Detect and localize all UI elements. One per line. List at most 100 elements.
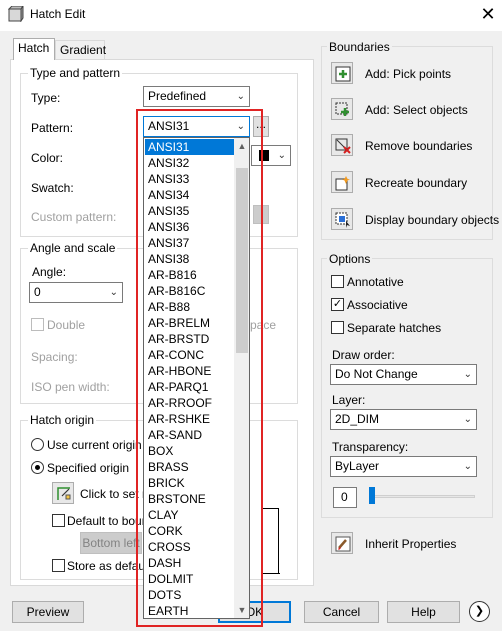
pattern-list-item[interactable]: ANSI35 <box>145 203 234 219</box>
pattern-list-item[interactable]: EARTH <box>145 603 234 618</box>
annotative-checkbox[interactable] <box>331 275 344 288</box>
pattern-list-item[interactable]: AR-RSHKE <box>145 411 234 427</box>
pattern-list-item[interactable]: DOTS <box>145 587 234 603</box>
display-boundary-objects-icon <box>335 212 350 228</box>
specified-origin-radio[interactable] <box>31 461 44 474</box>
more-options-button[interactable]: ❯ <box>469 601 490 622</box>
add-pick-points-label[interactable]: Add: Pick points <box>365 67 451 81</box>
recreate-boundary-button[interactable] <box>331 171 353 193</box>
click-to-set-origin-label: Click to set n <box>80 487 149 501</box>
inherit-properties-button[interactable] <box>331 532 353 554</box>
display-boundary-objects-button[interactable] <box>331 208 353 230</box>
use-current-origin-radio[interactable] <box>31 438 44 451</box>
remove-boundaries-button[interactable] <box>331 134 353 156</box>
pattern-list-item[interactable]: ANSI38 <box>145 251 234 267</box>
relative-to-paper-space-label: pace <box>250 318 277 332</box>
type-and-pattern-title: Type and pattern <box>28 66 123 80</box>
layer-value: 2D_DIM <box>335 412 380 426</box>
pattern-list-item[interactable]: AR-RROOF <box>145 395 234 411</box>
annotative-label: Annotative <box>347 275 404 289</box>
display-boundary-objects-label[interactable]: Display boundary objects <box>365 213 499 227</box>
pattern-list-item[interactable]: AR-PARQ1 <box>145 379 234 395</box>
pattern-list-item[interactable]: AR-B88 <box>145 299 234 315</box>
origin-preview-line <box>262 573 280 574</box>
help-button[interactable]: Help <box>387 601 460 623</box>
transparency-slider-thumb[interactable] <box>369 487 375 504</box>
pattern-dropdown-list[interactable]: ANSI31 ANSI32 ANSI33 ANSI34 ANSI35 ANSI36 ANSI… <box>143 137 250 619</box>
draw-order-select[interactable]: Do Not Change ⌄ <box>330 364 477 385</box>
chevron-down-icon: ⌄ <box>109 287 118 298</box>
color-label: Color: <box>31 151 64 165</box>
draw-order-label: Draw order: <box>332 348 395 362</box>
dropdown-scrollbar[interactable]: ▲ ▼ <box>234 138 249 618</box>
scroll-down-icon[interactable]: ▼ <box>234 602 249 618</box>
pattern-list-item[interactable]: AR-SAND <box>145 427 234 443</box>
close-icon[interactable]: ✕ <box>476 3 500 27</box>
separate-hatches-label: Separate hatches <box>347 321 442 335</box>
remove-boundaries-icon <box>335 138 351 154</box>
double-checkbox[interactable] <box>31 318 44 331</box>
pattern-list-item[interactable]: AR-BRSTD <box>145 331 234 347</box>
recreate-boundary-label[interactable]: Recreate boundary <box>365 176 467 190</box>
layer-select[interactable]: 2D_DIM ⌄ <box>330 409 477 430</box>
angle-select[interactable]: 0 ⌄ <box>29 282 123 303</box>
pattern-list-item[interactable]: BOX <box>145 443 234 459</box>
add-pick-points-button[interactable] <box>331 62 353 84</box>
pattern-list-item[interactable]: AR-B816C <box>145 283 234 299</box>
remove-boundaries-label[interactable]: Remove boundaries <box>365 139 472 153</box>
pattern-list-item[interactable]: AR-CONC <box>145 347 234 363</box>
scrollbar-thumb[interactable] <box>236 168 248 353</box>
select-objects-icon <box>335 102 349 116</box>
click-to-set-origin-button[interactable] <box>52 482 74 504</box>
specified-origin-label: Specified origin <box>47 461 130 475</box>
pattern-list-item[interactable]: AR-HBONE <box>145 363 234 379</box>
transparency-amount-field[interactable]: 0 <box>333 487 357 508</box>
transparency-slider-track[interactable] <box>372 495 475 498</box>
pattern-list-item[interactable]: ANSI33 <box>145 171 234 187</box>
pattern-list-item[interactable]: ANSI34 <box>145 187 234 203</box>
pattern-browse-button[interactable]: ... <box>253 116 269 137</box>
add-select-objects-button[interactable] <box>331 98 353 120</box>
set-origin-icon <box>57 487 71 500</box>
angle-value: 0 <box>34 285 41 299</box>
hatch-origin-title: Hatch origin <box>28 413 97 427</box>
add-select-objects-label[interactable]: Add: Select objects <box>365 103 468 117</box>
pattern-list-item[interactable]: ANSI31 <box>145 139 234 155</box>
type-value: Predefined <box>148 89 207 103</box>
pattern-list-item[interactable]: DASH <box>145 555 234 571</box>
pattern-list-item[interactable]: BRSTONE <box>145 491 234 507</box>
options-title: Options <box>327 252 373 266</box>
pattern-list-item[interactable]: AR-B816 <box>145 267 234 283</box>
pattern-list-item[interactable]: CORK <box>145 523 234 539</box>
chevron-down-icon: ⌄ <box>463 461 472 472</box>
store-as-default-label: Store as default <box>67 559 152 573</box>
preview-button[interactable]: Preview <box>12 601 84 623</box>
associative-checkbox[interactable]: ✓ <box>331 298 344 311</box>
pattern-list-item[interactable]: ANSI32 <box>145 155 234 171</box>
inherit-properties-label[interactable]: Inherit Properties <box>365 537 456 551</box>
pattern-list-item[interactable]: AR-BRELM <box>145 315 234 331</box>
pattern-list-item[interactable]: CROSS <box>145 539 234 555</box>
pattern-list-item[interactable]: BRICK <box>145 475 234 491</box>
pattern-list-item[interactable]: BRASS <box>145 459 234 475</box>
store-as-default-checkbox[interactable] <box>52 559 65 572</box>
pattern-list-item[interactable]: CLAY <box>145 507 234 523</box>
type-select[interactable]: Predefined ⌄ <box>143 86 250 107</box>
recreate-boundary-icon <box>335 176 350 191</box>
color-select[interactable]: ⌄ <box>251 145 291 166</box>
chevron-down-icon: ⌄ <box>236 121 245 132</box>
cancel-button[interactable]: Cancel <box>304 601 379 623</box>
pattern-list-item[interactable]: ANSI37 <box>145 235 234 251</box>
type-label: Type: <box>31 91 61 105</box>
pattern-select[interactable]: ANSI31 ⌄ <box>143 116 250 137</box>
angle-and-scale-title: Angle and scale <box>28 241 118 255</box>
pattern-list-item[interactable]: ANSI36 <box>145 219 234 235</box>
tab-hatch[interactable]: Hatch <box>13 38 55 60</box>
app-icon <box>8 6 24 22</box>
tab-gradient[interactable]: Gradient <box>55 40 106 60</box>
default-to-boundary-checkbox[interactable] <box>52 514 65 527</box>
scroll-up-icon[interactable]: ▲ <box>234 138 249 154</box>
transparency-select[interactable]: ByLayer ⌄ <box>330 456 477 477</box>
separate-hatches-checkbox[interactable] <box>331 321 344 334</box>
pattern-list-item[interactable]: DOLMIT <box>145 571 234 587</box>
